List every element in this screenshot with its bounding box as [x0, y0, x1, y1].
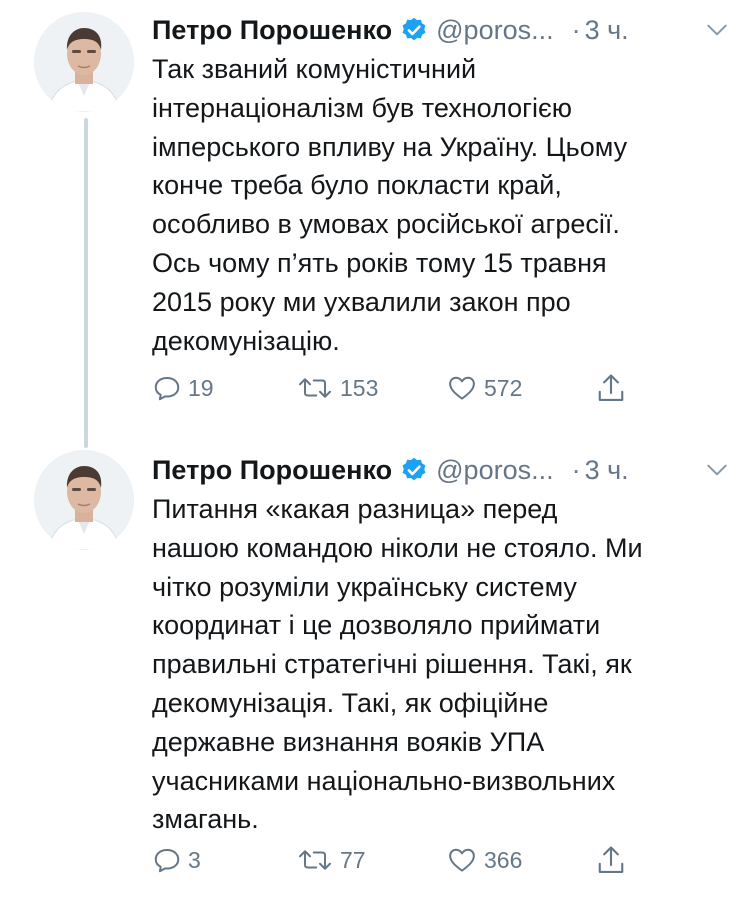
avatar[interactable] [34, 450, 134, 550]
reply-count: 3 [188, 846, 201, 873]
retweet-button[interactable]: 77 [296, 845, 446, 875]
author-name[interactable]: Петро Порошенко [152, 450, 392, 490]
verified-badge-icon [402, 457, 426, 481]
tweet-text-line: правильні стратегічні рішення. Такі, як [152, 649, 632, 680]
like-count: 366 [484, 846, 523, 873]
tweet-text-line: імперського впливу на Україну. Цьому [152, 131, 628, 162]
avatar[interactable] [34, 12, 134, 112]
share-button[interactable] [596, 843, 636, 877]
tweet-text-line: Ось чому п’ять років тому 15 травня [152, 247, 607, 278]
tweet-text-line: конче треба було покласти край, [152, 170, 562, 201]
retweet-icon [299, 850, 331, 870]
profile-photo-icon [34, 450, 134, 550]
tweet-text-line: 2015 року ми ухвалили закон про [152, 286, 571, 317]
tweet-text-line: інтернаціоналізм був технологією [152, 92, 573, 123]
tweet-text-line: Так званий комуністичний [152, 54, 477, 84]
tweet-text: Так званий комуністичний інтернаціоналіз… [152, 50, 734, 360]
author-name[interactable]: Петро Порошенко [152, 10, 392, 50]
tweet-text: Питання «какая разница» перед нашою кома… [152, 490, 734, 839]
tweet-text-line: декомунізацію. [152, 325, 340, 356]
retweet-count: 153 [340, 374, 379, 401]
like-count: 572 [484, 374, 523, 401]
like-button[interactable]: 572 [446, 373, 596, 403]
tweet-text-line: декомунізація. Такі, як офіційне [152, 687, 549, 718]
tweet-text-line: державне визнання вояків УПА [152, 726, 545, 757]
heart-icon [449, 848, 475, 872]
retweet-count: 77 [340, 846, 366, 873]
tweet-actions: 3 77 366 [152, 840, 650, 880]
timestamp[interactable]: 3 ч. [585, 10, 629, 50]
tweet[interactable]: Петро Порошенко @poros... · 3 ч. Питання… [0, 440, 750, 905]
tweet-actions: 19 153 572 [152, 368, 650, 408]
tweet-text-line: координат і це дозволяло приймати [152, 610, 601, 641]
tweet-header: Петро Порошенко @poros... · 3 ч. [152, 450, 730, 490]
tweet-text-line: Питання «какая разница» перед [152, 494, 558, 524]
retweet-button[interactable]: 153 [296, 373, 446, 403]
author-handle[interactable]: @poros... [436, 10, 553, 50]
tweet-text-line: учасниками національно-визвольних [152, 765, 616, 796]
tweet[interactable]: Петро Порошенко @poros... · 3 ч. Так зва… [0, 0, 750, 430]
share-button[interactable] [596, 371, 636, 405]
reply-icon [154, 849, 180, 873]
share-icon [598, 374, 624, 401]
chevron-down-icon[interactable] [704, 17, 730, 43]
author-handle[interactable]: @poros... [436, 450, 553, 490]
tweet-text-line: нашою командою ніколи не стояло. Ми [152, 532, 643, 563]
reply-button[interactable]: 19 [152, 373, 302, 403]
separator-dot: · [571, 15, 581, 45]
retweet-icon [299, 378, 331, 398]
heart-icon [449, 376, 475, 400]
reply-count: 19 [188, 374, 214, 401]
verified-badge-icon [402, 17, 426, 41]
tweet-text-line: особливо в умовах російської агресії. [152, 209, 620, 240]
share-icon [598, 846, 624, 873]
timestamp[interactable]: 3 ч. [585, 450, 629, 490]
like-button[interactable]: 366 [446, 845, 596, 875]
profile-photo-icon [34, 12, 134, 112]
separator-dot: · [571, 455, 581, 485]
reply-button[interactable]: 3 [152, 845, 302, 875]
tweet-text-line: змагань. [152, 804, 259, 835]
tweet-text-line: чітко розуміли українську систему [152, 571, 577, 602]
reply-icon [154, 377, 180, 401]
tweet-header: Петро Порошенко @poros... · 3 ч. [152, 10, 730, 50]
chevron-down-icon[interactable] [704, 457, 730, 483]
